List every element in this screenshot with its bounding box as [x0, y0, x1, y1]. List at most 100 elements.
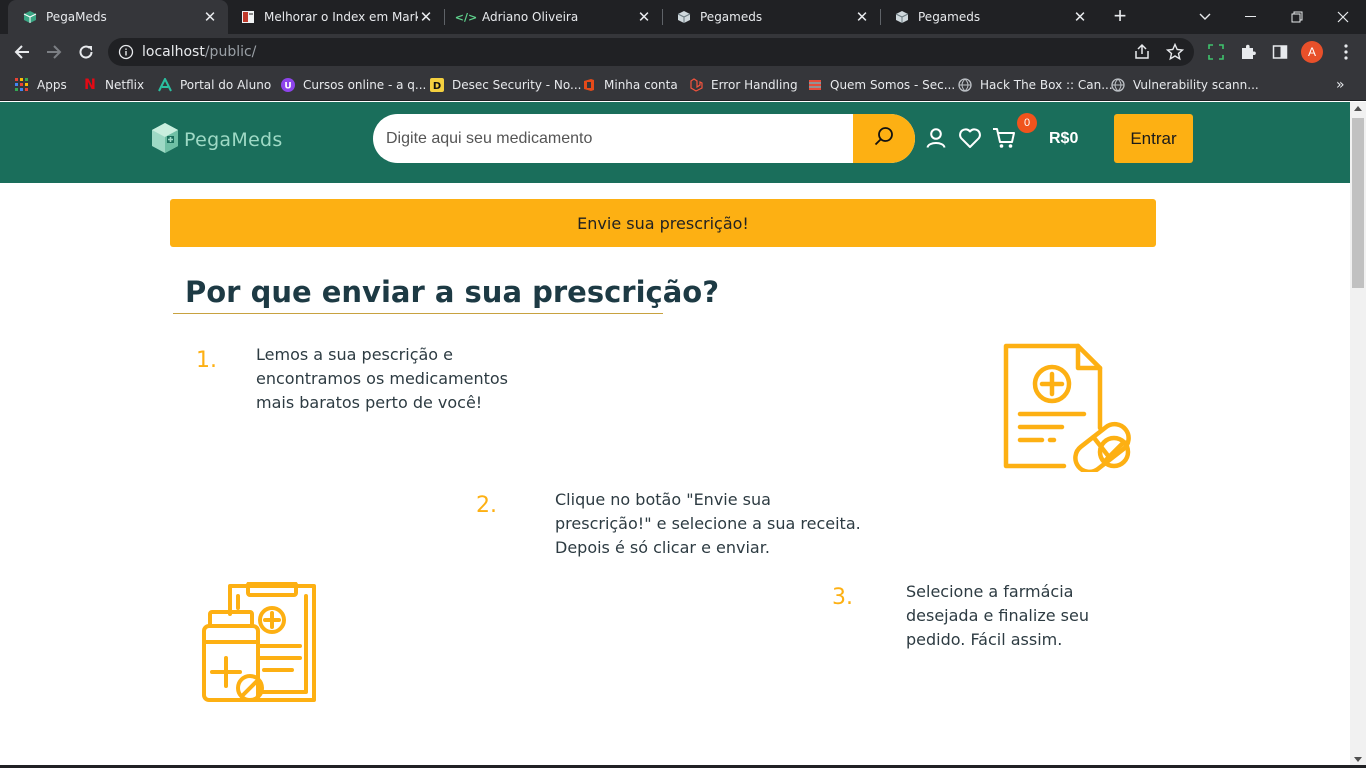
office-icon — [581, 77, 597, 93]
bookmark-label: Desec Security - No... — [452, 78, 582, 92]
page-scrollbar[interactable] — [1350, 102, 1366, 768]
globe-icon — [957, 77, 973, 93]
cart-total[interactable]: R$0 — [1049, 130, 1078, 148]
reload-icon[interactable] — [73, 39, 99, 65]
browser-toolbar: localhost/public/ A — [0, 34, 1366, 70]
user-icon[interactable] — [924, 126, 948, 150]
restore-icon[interactable] — [1274, 0, 1320, 34]
step-3-number: 3. — [832, 585, 853, 610]
title-underline — [173, 313, 663, 314]
portal-aluno-icon — [157, 77, 173, 93]
browser-tabstrip: PegaMeds ✕ Melhorar o Index em Marketp ✕… — [0, 0, 1366, 34]
minimize-icon[interactable] — [1228, 0, 1274, 34]
tab-search-icon[interactable] — [1182, 0, 1228, 34]
bookmark-quem-somos[interactable]: Quem Somos - Sec... — [807, 76, 955, 94]
section-title: Por que enviar a sua prescrição? — [185, 275, 720, 309]
svg-text:D: D — [433, 81, 441, 92]
browser-tab-melhorar-index[interactable]: Melhorar o Index em Marketp ✕ — [226, 0, 444, 34]
address-bar[interactable]: localhost/public/ — [108, 38, 1194, 66]
heart-icon[interactable] — [958, 126, 982, 150]
profile-initial: A — [1301, 41, 1323, 63]
search-input[interactable] — [373, 114, 853, 163]
pegameds-favicon-icon — [676, 9, 692, 25]
bookmark-label: Apps — [37, 78, 67, 92]
step-3-text: Selecione a farmácia desejada e finalize… — [906, 582, 1089, 649]
tab-title: Pegameds — [700, 10, 763, 24]
bookmark-minha-conta[interactable]: Minha conta — [581, 76, 678, 94]
bookmark-netflix[interactable]: N Netflix — [82, 76, 144, 94]
tab-title: Melhorar o Index em Marketp — [264, 10, 418, 24]
browser-tab-pegameds-2[interactable]: Pegameds ✕ — [662, 0, 880, 34]
extensions-puzzle-icon[interactable] — [1235, 39, 1261, 65]
profile-avatar[interactable]: A — [1299, 39, 1325, 65]
bookmark-cursos-online[interactable]: U Cursos online - a q... — [280, 76, 426, 94]
send-prescription-button[interactable]: Envie sua prescrição! — [170, 199, 1156, 247]
close-icon[interactable]: ✕ — [202, 9, 218, 25]
bookmark-hack-the-box[interactable]: Hack The Box :: Can... — [957, 76, 1113, 94]
cart-count-badge: 0 — [1017, 113, 1037, 133]
bookmark-label: Hack The Box :: Can... — [980, 78, 1113, 92]
back-arrow-icon[interactable] — [9, 39, 35, 65]
netflix-icon: N — [84, 77, 96, 93]
document-favicon-icon — [240, 9, 256, 25]
apps-grid-icon — [14, 77, 30, 93]
browser-tab-pegameds-3[interactable]: Pegameds ✕ — [880, 0, 1098, 34]
code-favicon-icon: </> — [454, 10, 478, 24]
bookmark-error-handling[interactable]: Error Handling — [688, 76, 798, 94]
step-1-text: Lemos a sua pescrição e encontramos os m… — [256, 345, 508, 412]
search-bar — [373, 114, 915, 163]
bookmark-label: Minha conta — [604, 78, 678, 92]
login-button[interactable]: Entrar — [1114, 114, 1193, 163]
pegameds-favicon-icon — [22, 9, 38, 25]
close-icon[interactable]: ✕ — [418, 9, 434, 25]
bookmark-label: Vulnerability scann... — [1133, 78, 1259, 92]
screen-capture-icon[interactable] — [1203, 39, 1229, 65]
close-icon[interactable]: ✕ — [854, 9, 870, 25]
clipboard-medicine-icon — [202, 581, 320, 711]
search-icon — [873, 125, 895, 152]
step-2-number: 2. — [476, 493, 497, 518]
share-icon[interactable] — [1133, 43, 1151, 66]
quem-somos-icon — [807, 77, 823, 93]
pegameds-favicon-icon — [894, 9, 910, 25]
step-1-number: 1. — [196, 348, 217, 373]
close-window-icon[interactable] — [1320, 0, 1366, 34]
bookmark-star-icon[interactable] — [1165, 42, 1185, 66]
cart-icon[interactable] — [992, 126, 1016, 150]
scroll-up-icon[interactable] — [1354, 106, 1362, 111]
bookmark-label: Quem Somos - Sec... — [830, 78, 956, 92]
kebab-menu-icon[interactable] — [1333, 39, 1359, 65]
svg-text:U: U — [284, 82, 291, 92]
site-info-icon[interactable] — [118, 44, 134, 60]
url-path: /public/ — [204, 44, 257, 60]
pegameds-logo[interactable]: PegaMeds — [150, 122, 283, 159]
bookmark-apps[interactable]: Apps — [14, 76, 67, 94]
bookmark-label: Cursos online - a q... — [303, 78, 427, 92]
site-header: PegaMeds 0 R$0 Entrar — [0, 102, 1350, 183]
browser-tab-adriano[interactable]: </> Adriano Oliveira ✕ — [444, 0, 662, 34]
tab-title: Pegameds — [918, 10, 981, 24]
new-tab-icon[interactable]: + — [1108, 5, 1132, 29]
browser-tab-pegameds[interactable]: PegaMeds ✕ — [8, 0, 228, 34]
close-icon[interactable]: ✕ — [1072, 9, 1088, 25]
url-text: localhost/public/ — [142, 44, 256, 60]
scrollbar-thumb[interactable] — [1352, 118, 1364, 288]
step-2-text: Clique no botão "Envie sua prescrição!" … — [555, 490, 861, 557]
close-icon[interactable]: ✕ — [636, 9, 652, 25]
bookmark-label: Error Handling — [711, 78, 798, 92]
scroll-down-icon[interactable] — [1354, 757, 1362, 762]
more-bookmarks-icon[interactable]: » — [1336, 76, 1345, 94]
logo-cube-icon — [150, 122, 180, 159]
page-viewport: PegaMeds 0 R$0 Entrar Envie sua prescriç… — [0, 102, 1350, 768]
forward-arrow-icon[interactable] — [41, 39, 67, 65]
prescription-document-icon — [1002, 342, 1132, 477]
bookmark-vulnerability[interactable]: Vulnerability scann... — [1110, 76, 1259, 94]
url-host: localhost — [142, 44, 205, 60]
search-button[interactable] — [853, 114, 915, 163]
globe-icon — [1110, 77, 1126, 93]
side-panel-icon[interactable] — [1267, 39, 1293, 65]
bookmark-desec[interactable]: D Desec Security - No... — [429, 76, 581, 94]
desec-icon: D — [429, 77, 445, 93]
bookmarks-bar: Apps N Netflix Portal do Aluno U Cursos … — [0, 70, 1366, 101]
bookmark-portal-aluno[interactable]: Portal do Aluno — [157, 76, 271, 94]
